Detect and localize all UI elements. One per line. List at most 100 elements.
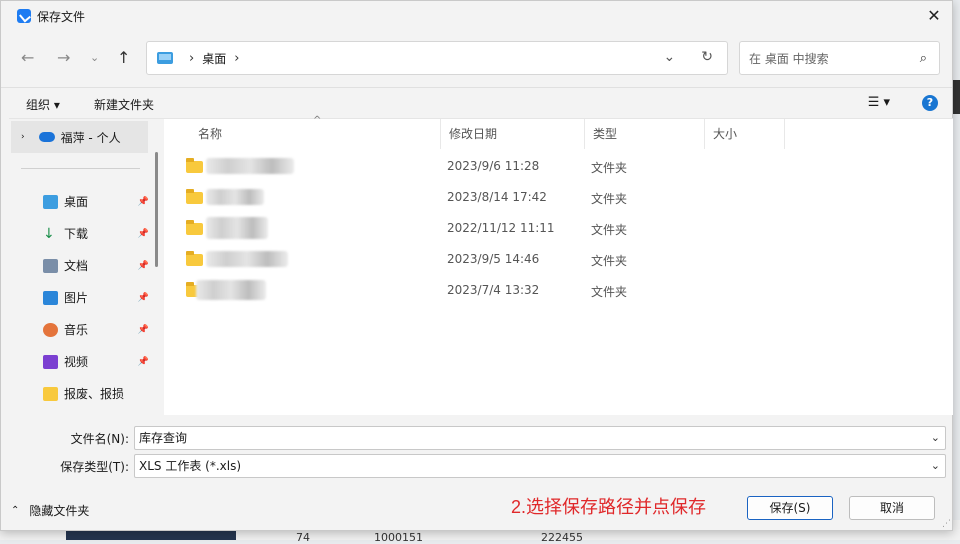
search-icon[interactable]: ⌕ xyxy=(920,51,927,66)
sidebar-item-label: 图片 xyxy=(64,291,89,305)
item-type: 文件夹 xyxy=(591,192,628,206)
modified-date: 2023/9/5 14:46 xyxy=(447,252,540,266)
redacted-filename xyxy=(206,217,268,239)
save-file-dialog: 保存文件 ✕ ← → ⌄ ↑ › 桌面 › ⌄ ↻ 在 桌面 中搜索 ⌕ 组织 … xyxy=(0,0,953,531)
up-arrow-icon[interactable]: ↑ xyxy=(117,48,130,67)
organize-menu[interactable]: 组织 ▾ xyxy=(26,96,60,113)
hide-folders-label: 隐藏文件夹 xyxy=(29,504,90,518)
address-bar[interactable]: › 桌面 › ⌄ ↻ xyxy=(146,41,728,75)
sidebar-item-label: 福萍 - 个人 xyxy=(60,130,121,145)
column-header-type[interactable]: 类型 xyxy=(585,119,705,149)
forward-arrow-icon[interactable]: → xyxy=(57,48,70,67)
file-list: ^ 名称 修改日期 类型 大小 2023/9/6 11:28 文件夹 2023/… xyxy=(164,115,953,415)
sidebar-item-downloads[interactable]: ↓ 下载 📌 xyxy=(43,225,153,242)
modified-date: 2023/9/6 11:28 xyxy=(447,159,540,173)
sidebar-item-onedrive[interactable]: › 福萍 - 个人 xyxy=(11,121,148,153)
redacted-filename xyxy=(206,189,264,205)
filename-field[interactable]: 库存查询 ⌄ xyxy=(134,426,946,450)
command-toolbar: 组织 ▾ 新建文件夹 ☰ ▾ ? xyxy=(1,87,952,117)
list-item[interactable]: 2023/7/4 13:32 文件夹 xyxy=(186,276,886,304)
navigation-bar: ← → ⌄ ↑ › 桌面 › ⌄ ↻ 在 桌面 中搜索 ⌕ xyxy=(1,31,952,87)
column-header-name[interactable]: 名称 xyxy=(190,119,441,149)
pin-icon[interactable]: 📌 xyxy=(138,261,149,271)
sidebar-item-label: 音乐 xyxy=(64,323,89,337)
sidebar-item-pictures[interactable]: 图片 📌 xyxy=(43,289,153,306)
breadcrumb-separator: › xyxy=(189,50,195,66)
sidebar-item-music[interactable]: 音乐 📌 xyxy=(43,321,153,338)
pin-icon[interactable]: 📌 xyxy=(138,229,149,239)
help-icon[interactable]: ? xyxy=(922,95,938,111)
address-dropdown-icon[interactable]: ⌄ xyxy=(664,49,676,65)
breadcrumb-separator: › xyxy=(234,50,240,66)
redacted-filename xyxy=(206,158,294,174)
close-button[interactable]: ✕ xyxy=(924,6,944,26)
redacted-filename xyxy=(206,251,288,267)
folder-icon xyxy=(43,386,58,401)
view-options-icon[interactable]: ☰ ▾ xyxy=(868,95,890,110)
filename-value: 库存查询 xyxy=(139,431,188,445)
resize-grip-icon[interactable]: ⋰ xyxy=(942,519,951,529)
desktop-icon xyxy=(43,194,58,209)
sidebar-item-videos[interactable]: 视频 📌 xyxy=(43,353,153,370)
modified-date: 2023/8/14 17:42 xyxy=(447,190,547,204)
pin-icon[interactable]: 📌 xyxy=(138,293,149,303)
filetype-value: XLS 工作表 (*.xls) xyxy=(139,459,242,473)
chevron-down-icon[interactable]: ⌄ xyxy=(931,427,940,449)
pin-icon[interactable]: 📌 xyxy=(138,197,149,207)
column-header-date[interactable]: 修改日期 xyxy=(441,119,585,149)
pin-icon[interactable]: 📌 xyxy=(138,325,149,335)
refresh-icon[interactable]: ↻ xyxy=(701,49,713,65)
search-placeholder: 在 桌面 中搜索 xyxy=(749,51,829,66)
document-icon xyxy=(43,258,58,273)
browser-area: › 福萍 - 个人 桌面 📌 ↓ 下载 📌 文档 📌 图片 📌 音乐 📌 视频 … xyxy=(9,115,953,415)
sidebar-scrollbar[interactable] xyxy=(155,152,158,267)
sidebar-item-desktop[interactable]: 桌面 📌 xyxy=(43,193,153,210)
item-type: 文件夹 xyxy=(591,254,628,268)
folder-icon xyxy=(186,189,203,204)
chevron-down-icon[interactable]: ⌄ xyxy=(931,455,940,477)
list-item[interactable]: 2023/9/5 14:46 文件夹 xyxy=(186,245,886,273)
breadcrumb-desktop[interactable]: 桌面 xyxy=(202,50,226,67)
sidebar-item-documents[interactable]: 文档 📌 xyxy=(43,257,153,274)
modified-date: 2023/7/4 13:32 xyxy=(447,283,540,297)
item-type: 文件夹 xyxy=(591,223,628,237)
modified-date: 2022/11/12 11:11 xyxy=(447,221,555,235)
expand-chevron-icon[interactable]: › xyxy=(21,132,25,142)
window-title: 保存文件 xyxy=(37,9,86,24)
item-type: 文件夹 xyxy=(591,161,628,175)
chevron-up-icon: ⌃ xyxy=(11,505,20,516)
app-icon xyxy=(17,9,31,23)
filetype-label: 保存类型(T): xyxy=(60,460,129,474)
item-type: 文件夹 xyxy=(591,285,628,299)
folder-icon xyxy=(186,220,203,235)
video-icon xyxy=(43,354,58,369)
background-panel xyxy=(953,80,960,114)
search-input[interactable]: 在 桌面 中搜索 ⌕ xyxy=(739,41,940,75)
filetype-select[interactable]: XLS 工作表 (*.xls) ⌄ xyxy=(134,454,946,478)
sidebar-item-scrap-folder[interactable]: 报废、报损 xyxy=(43,385,153,402)
redacted-filename xyxy=(196,280,266,300)
recent-chevron-icon[interactable]: ⌄ xyxy=(90,51,99,64)
download-icon: ↓ xyxy=(43,225,55,242)
background-cell: 222455 xyxy=(541,531,583,544)
background-cell: 74 xyxy=(296,531,310,544)
list-item[interactable]: 2023/8/14 17:42 文件夹 xyxy=(186,183,886,211)
save-button[interactable]: 保存(S) xyxy=(747,496,833,520)
music-icon xyxy=(43,322,58,337)
sidebar-item-label: 视频 xyxy=(64,355,89,369)
column-header-size[interactable]: 大小 xyxy=(705,119,785,149)
title-bar: 保存文件 ✕ xyxy=(1,1,952,31)
pin-icon[interactable]: 📌 xyxy=(138,357,149,367)
list-item[interactable]: 2023/9/6 11:28 文件夹 xyxy=(186,152,886,180)
sidebar-item-label: 桌面 xyxy=(64,195,89,209)
hide-folders-toggle[interactable]: ⌃ 隐藏文件夹 xyxy=(11,502,89,519)
cancel-button[interactable]: 取消 xyxy=(849,496,935,520)
new-folder-button[interactable]: 新建文件夹 xyxy=(94,96,154,113)
filename-label: 文件名(N): xyxy=(70,432,129,446)
back-arrow-icon[interactable]: ← xyxy=(21,48,34,67)
divider xyxy=(21,168,140,169)
navigation-pane: › 福萍 - 个人 桌面 📌 ↓ 下载 📌 文档 📌 图片 📌 音乐 📌 视频 … xyxy=(9,119,164,415)
desktop-location-icon xyxy=(157,52,173,64)
list-item[interactable]: 2022/11/12 11:11 文件夹 xyxy=(186,214,886,242)
save-options-panel: 文件名(N): 库存查询 ⌄ 保存类型(T): XLS 工作表 (*.xls) … xyxy=(1,414,954,532)
